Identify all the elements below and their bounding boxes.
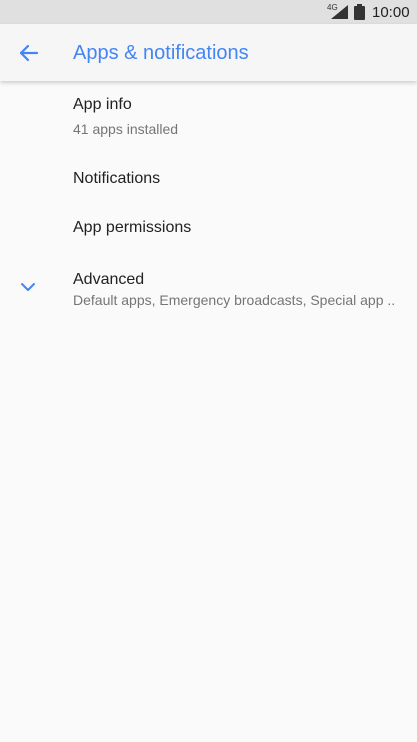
list-item-advanced[interactable]: Advanced Default apps, Emergency broadca…: [0, 251, 417, 321]
item-title: Advanced: [73, 271, 145, 288]
signal-icon: [331, 5, 348, 19]
battery-icon: [354, 4, 365, 20]
status-bar: 4G 10:00: [0, 0, 417, 24]
item-summary: 41 apps installed: [73, 121, 179, 137]
item-summary: Default apps, Emergency broadcasts, Spec…: [73, 292, 396, 308]
status-time: 10:00: [372, 4, 410, 21]
list-item-app-info[interactable]: App info 41 apps installed: [0, 81, 417, 151]
list-item-notifications[interactable]: Notifications: [0, 151, 417, 201]
page-title: Apps & notifications: [73, 42, 249, 64]
item-title: Notifications: [73, 170, 161, 187]
item-title: App permissions: [73, 219, 192, 236]
back-button[interactable]: [12, 40, 44, 66]
item-title: App info: [73, 96, 132, 113]
list-item-app-permissions[interactable]: App permissions: [0, 201, 417, 251]
app-bar: Apps & notifications: [0, 24, 417, 81]
arrow-back-icon: [19, 44, 39, 62]
chevron-down-icon: [21, 283, 35, 291]
